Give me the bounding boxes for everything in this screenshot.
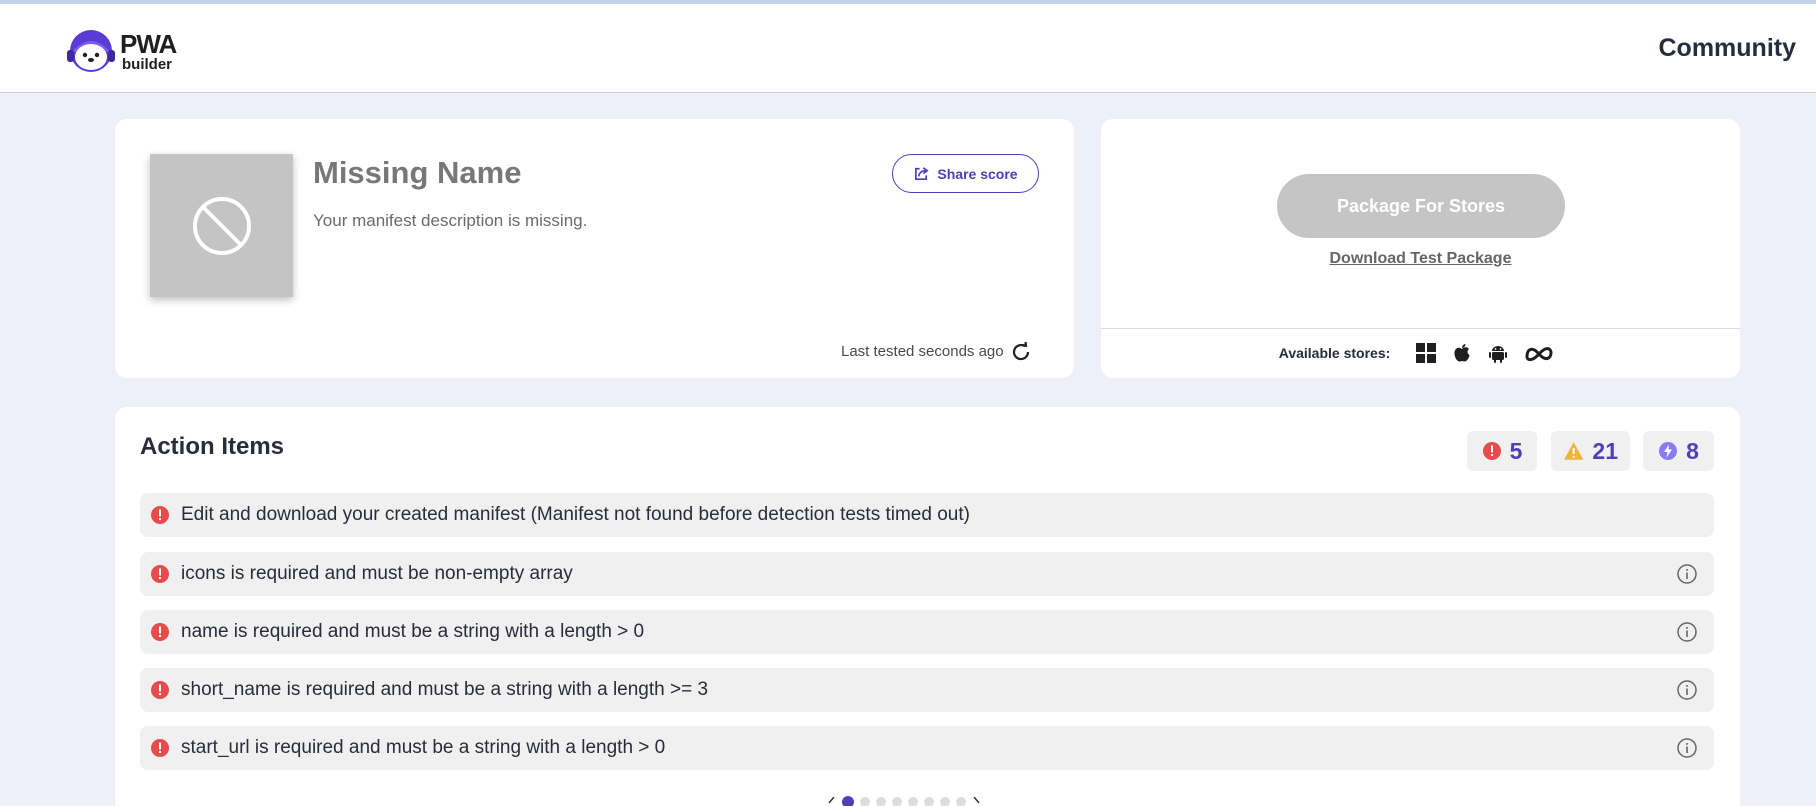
share-icon (915, 167, 929, 181)
action-item[interactable]: icons is required and must be non-empty … (140, 552, 1714, 596)
apple-icon[interactable] (1451, 342, 1473, 364)
app-info-card: Missing Name Your manifest description i… (115, 119, 1074, 378)
community-link[interactable]: Community (1659, 34, 1797, 63)
logo-subtitle: builder (122, 55, 173, 73)
action-item-text: start_url is required and must be a stri… (181, 737, 666, 758)
info-icon[interactable] (1676, 679, 1698, 701)
refresh-icon[interactable] (1009, 340, 1033, 364)
error-count: 5 (1509, 437, 1523, 464)
action-items-title: Action Items (140, 433, 285, 460)
error-count-badge[interactable]: 5 (1467, 431, 1537, 471)
action-item-text: Edit and download your created manifest … (181, 504, 970, 525)
error-icon (151, 739, 169, 757)
available-stores-label: Available stores: (1278, 345, 1391, 361)
error-icon (151, 565, 169, 583)
logo-title: PWA (120, 28, 177, 59)
divider (1101, 328, 1740, 329)
available-stores: Available stores: (1101, 342, 1740, 364)
download-test-package-link[interactable]: Download Test Package (1101, 250, 1740, 268)
action-item[interactable]: name is required and must be a string wi… (140, 610, 1714, 654)
page-dot[interactable] (908, 797, 918, 806)
page-dot[interactable] (956, 797, 966, 806)
error-icon (151, 506, 169, 524)
page-dot[interactable] (876, 797, 886, 806)
suggestion-count: 8 (1686, 437, 1699, 464)
page-dot[interactable] (892, 797, 902, 806)
page-dot-active[interactable] (842, 796, 854, 806)
chevron-right-icon[interactable] (972, 797, 980, 806)
otter-mascot-icon (67, 30, 115, 72)
info-icon[interactable] (1676, 737, 1698, 759)
error-icon (151, 681, 169, 699)
package-card: Package For Stores Download Test Package… (1101, 119, 1740, 378)
pagination (828, 796, 980, 806)
chevron-left-icon[interactable] (828, 797, 836, 806)
site-header: PWA builder Community (0, 4, 1816, 93)
android-icon[interactable] (1487, 342, 1509, 364)
action-item[interactable]: start_url is required and must be a stri… (140, 726, 1714, 770)
warning-count: 21 (1592, 437, 1618, 464)
info-icon[interactable] (1676, 621, 1698, 643)
package-for-stores-button[interactable]: Package For Stores (1277, 174, 1565, 238)
windows-icon[interactable] (1415, 342, 1437, 364)
warning-count-badge[interactable]: 21 (1551, 431, 1630, 471)
app-icon-placeholder (150, 154, 293, 297)
action-item-text: icons is required and must be non-empty … (181, 563, 573, 584)
app-description: Your manifest description is missing. (313, 211, 588, 230)
app-name: Missing Name (313, 155, 522, 190)
action-item-text: name is required and must be a string wi… (181, 621, 645, 642)
page-dot[interactable] (860, 797, 870, 806)
action-item-text: short_name is required and must be a str… (181, 679, 709, 700)
share-score-label: Share score (937, 165, 1018, 182)
error-icon (1482, 442, 1501, 460)
page-dot[interactable] (940, 797, 950, 806)
meta-icon[interactable] (1523, 342, 1555, 364)
action-items-card: Action Items 5 21 8 Edit and download yo… (115, 407, 1740, 806)
action-item[interactable]: Edit and download your created manifest … (140, 493, 1714, 537)
prohibited-icon (192, 196, 251, 255)
warning-icon (1563, 442, 1584, 460)
suggestion-count-badge[interactable]: 8 (1643, 431, 1714, 471)
action-item[interactable]: short_name is required and must be a str… (140, 668, 1714, 712)
pwabuilder-logo[interactable]: PWA builder (64, 26, 184, 76)
error-icon (151, 623, 169, 641)
last-tested-text: Last tested seconds ago (841, 343, 1004, 360)
lightning-icon (1659, 442, 1678, 460)
share-score-button[interactable]: Share score (892, 154, 1039, 193)
info-icon[interactable] (1676, 563, 1698, 585)
page-dot[interactable] (924, 797, 934, 806)
